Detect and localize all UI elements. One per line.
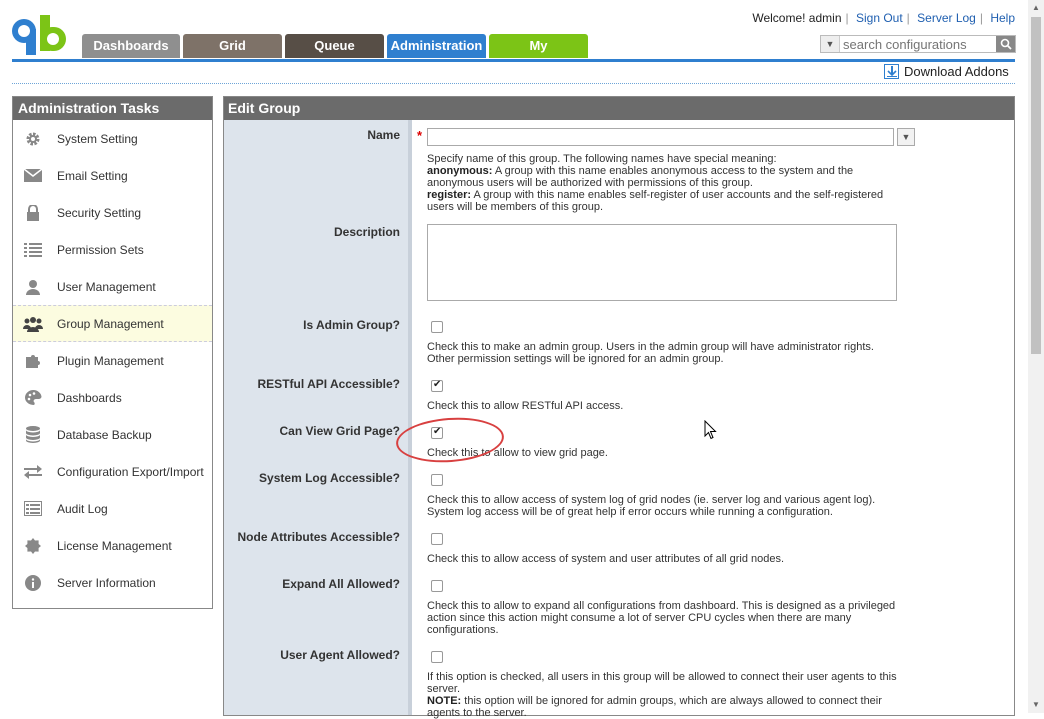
sidebar-item-system-setting[interactable]: System Setting	[13, 120, 212, 157]
info-icon	[23, 574, 43, 592]
sidebar-item-plugin-management[interactable]: Plugin Management	[13, 342, 212, 379]
qb-logo[interactable]	[12, 15, 68, 55]
user-agent-checkbox[interactable]	[431, 651, 443, 663]
scrollbar-thumb[interactable]	[1031, 17, 1041, 354]
sidebar-item-dashboards[interactable]: Dashboards	[13, 379, 212, 416]
label-column-edge	[408, 120, 412, 715]
sidebar-item-label: Database Backup	[57, 427, 152, 442]
sidebar-item-label: Audit Log	[57, 501, 108, 516]
sign-out-link[interactable]: Sign Out	[856, 11, 903, 25]
view-grid-help: Check this to allow to view grid page.	[427, 447, 608, 459]
tab-my[interactable]: My	[489, 34, 588, 58]
sidebar-item-label: Group Management	[57, 316, 164, 331]
search-box: ▼	[820, 35, 1016, 53]
system-log-help: Check this to allow access of system log…	[427, 494, 876, 518]
sidebar-item-label: License Management	[57, 538, 172, 553]
palette-icon	[23, 389, 43, 407]
user-icon	[23, 278, 43, 296]
gear-icon	[23, 130, 43, 148]
system-log-checkbox[interactable]	[431, 474, 443, 486]
name-help: Specify name of this group. The followin…	[427, 153, 884, 213]
subheader-divider	[12, 83, 1015, 84]
download-icon	[884, 64, 899, 79]
description-textarea[interactable]	[427, 224, 897, 301]
envelope-icon	[23, 167, 43, 185]
description-label: Description	[333, 225, 400, 239]
sidebar-item-label: Security Setting	[57, 205, 142, 220]
group-icon	[23, 315, 43, 333]
mouse-cursor-icon	[704, 419, 717, 443]
main-tabs: Dashboards Grid Queue Administration My	[82, 34, 591, 58]
scroll-down-icon[interactable]: ▼	[1032, 700, 1040, 709]
sidebar-item-group-management[interactable]: Group Management	[13, 305, 212, 342]
restful-api-checkbox[interactable]	[431, 379, 443, 392]
page-scrollbar[interactable]: ▲ ▼	[1028, 0, 1044, 713]
label-column	[224, 120, 408, 715]
badge-icon	[23, 537, 43, 555]
lock-icon	[23, 204, 43, 222]
sidebar-item-label: Dashboards	[57, 390, 122, 405]
database-icon	[23, 426, 43, 444]
help-link[interactable]: Help	[990, 11, 1015, 25]
admin-group-help: Check this to make an admin group. Users…	[427, 341, 874, 365]
scroll-up-icon[interactable]: ▲	[1032, 3, 1040, 12]
tab-dashboards[interactable]: Dashboards	[82, 34, 180, 58]
puzzle-icon	[23, 352, 43, 370]
welcome-text: Welcome! admin	[752, 11, 842, 25]
sidebar-item-label: Configuration Export/Import	[57, 464, 204, 479]
sidebar-item-label: Permission Sets	[57, 242, 144, 257]
expand-all-label: Expand All Allowed?	[282, 577, 400, 591]
restful-api-help: Check this to allow RESTful API access.	[427, 400, 624, 412]
expand-all-help: Check this to allow to expand all config…	[427, 600, 896, 636]
view-grid-label: Can View Grid Page?	[279, 424, 400, 438]
download-addons-button[interactable]: Download Addons	[884, 64, 1009, 79]
node-attributes-label: Node Attributes Accessible?	[237, 530, 400, 544]
required-marker: *	[417, 128, 423, 143]
sidebar-item-user-management[interactable]: User Management	[13, 268, 212, 305]
search-dropdown-icon[interactable]: ▼	[821, 36, 841, 52]
sidebar-item-license-management[interactable]: License Management	[13, 527, 212, 564]
download-addons-label: Download Addons	[904, 64, 1009, 79]
header-divider	[12, 59, 1015, 62]
sidebar-item-label: Plugin Management	[57, 353, 164, 368]
name-label: Name	[367, 128, 400, 142]
server-log-link[interactable]: Server Log	[917, 11, 976, 25]
list-icon	[23, 241, 43, 259]
restful-api-label: RESTful API Accessible?	[257, 377, 400, 391]
sidebar-item-label: Server Information	[57, 575, 156, 590]
admin-tasks-sidebar: Administration Tasks System Setting Emai…	[12, 96, 213, 609]
node-attributes-help: Check this to allow access of system and…	[427, 553, 785, 565]
sidebar-item-server-information[interactable]: Server Information	[13, 564, 212, 601]
user-agent-label: User Agent Allowed?	[280, 648, 400, 662]
sidebar-item-label: System Setting	[57, 131, 138, 146]
sidebar-item-label: User Management	[57, 279, 156, 294]
sidebar-item-permission-sets[interactable]: Permission Sets	[13, 231, 212, 268]
name-input[interactable]	[427, 128, 894, 146]
sidebar-item-email-setting[interactable]: Email Setting	[13, 157, 212, 194]
admin-group-label: Is Admin Group?	[303, 318, 400, 332]
name-dropdown-icon[interactable]: ▼	[897, 128, 915, 146]
system-log-label: System Log Accessible?	[259, 471, 400, 485]
node-attributes-checkbox[interactable]	[431, 533, 443, 545]
sidebar-item-audit-log[interactable]: Audit Log	[13, 490, 212, 527]
sidebar-item-security-setting[interactable]: Security Setting	[13, 194, 212, 231]
edit-group-panel: Edit Group Name * ▼ Specify name of this…	[223, 96, 1015, 719]
panel-title: Edit Group	[224, 97, 1014, 120]
tab-queue[interactable]: Queue	[285, 34, 384, 58]
sidebar-title: Administration Tasks	[13, 97, 212, 120]
expand-all-checkbox[interactable]	[431, 580, 443, 592]
search-icon[interactable]	[996, 36, 1015, 52]
arrows-icon	[23, 463, 43, 481]
search-input[interactable]	[840, 36, 997, 52]
sidebar-item-label: Email Setting	[57, 168, 128, 183]
sidebar-item-database-backup[interactable]: Database Backup	[13, 416, 212, 453]
log-icon	[23, 500, 43, 518]
user-agent-help: If this option is checked, all users in …	[427, 671, 897, 719]
tab-administration[interactable]: Administration	[387, 34, 486, 58]
sidebar-item-configuration-export-import[interactable]: Configuration Export/Import	[13, 453, 212, 490]
admin-group-checkbox[interactable]	[431, 321, 443, 333]
tab-grid[interactable]: Grid	[183, 34, 282, 58]
top-links: Welcome! admin | Sign Out | Server Log | He…	[752, 11, 1015, 25]
